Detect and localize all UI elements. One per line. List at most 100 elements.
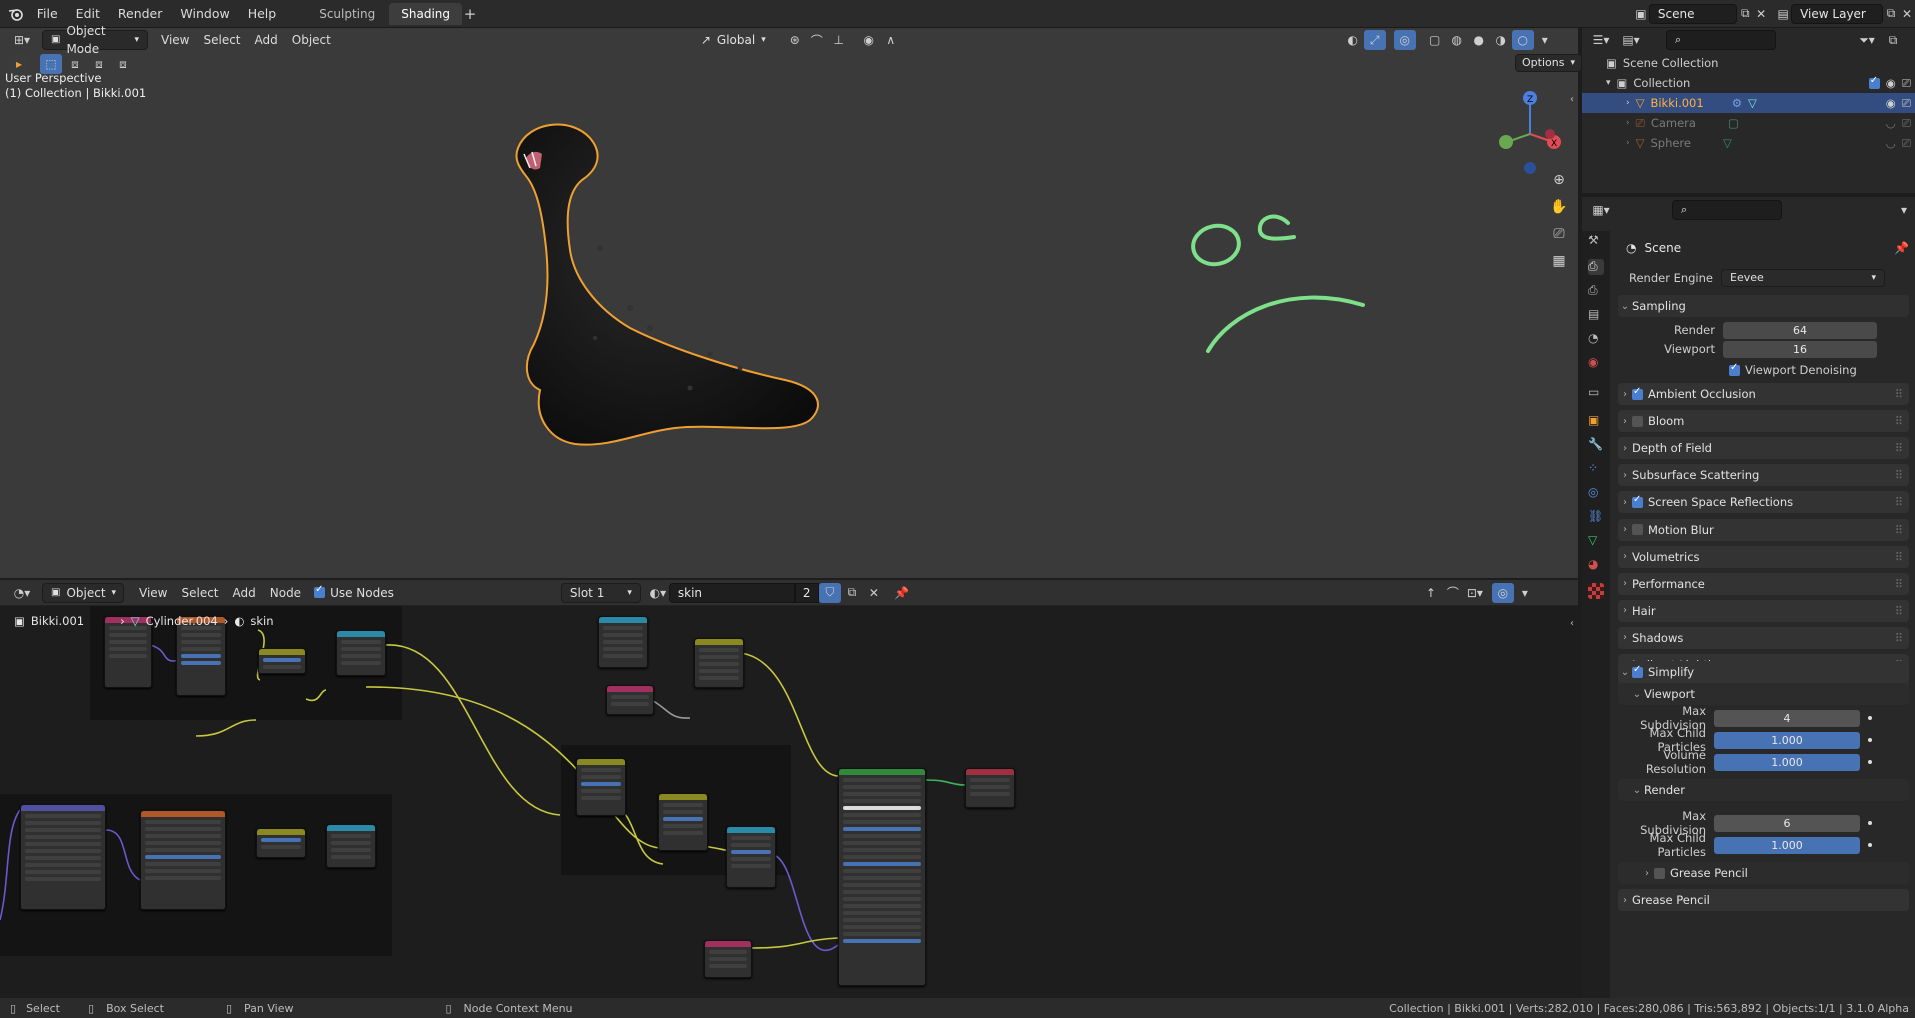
rendered-shading-icon[interactable]: ○ xyxy=(1511,30,1534,50)
wireframe-shading-icon[interactable]: ◍ xyxy=(1446,30,1468,50)
expand-chevron-icon[interactable]: › xyxy=(1626,98,1630,108)
shader-node[interactable] xyxy=(140,810,226,910)
shader-node[interactable] xyxy=(598,616,648,668)
material-shading-icon[interactable]: ◑ xyxy=(1490,30,1512,50)
new-collection-icon[interactable]: ⧉ xyxy=(1882,30,1904,50)
drag-handle-icon[interactable]: ⠿ xyxy=(1895,523,1903,537)
shader-node[interactable] xyxy=(20,804,106,910)
new-scene-icon[interactable]: ⧉ xyxy=(1737,4,1753,24)
physics-tab-icon[interactable]: ◎ xyxy=(1588,485,1604,501)
sampling-viewport-field[interactable]: 16 xyxy=(1723,340,1877,358)
viewport-menu-object[interactable]: Object xyxy=(285,30,338,50)
perspective-grid-icon[interactable]: ▦ xyxy=(1548,251,1570,271)
drag-handle-icon[interactable]: ⠿ xyxy=(1895,414,1903,428)
simplify-checkbox[interactable] xyxy=(1632,664,1643,678)
vp-max-child-particles-field[interactable]: 1.000 xyxy=(1714,731,1860,749)
grease-pencil-simplify-checkbox[interactable] xyxy=(1654,867,1665,879)
shader-node[interactable] xyxy=(326,824,376,868)
outliner-row-collection[interactable]: ▾ ▣ Collection ◉ ⎚ xyxy=(1582,73,1915,93)
texture-tab-icon[interactable] xyxy=(1588,583,1604,599)
panel-performance[interactable]: › Performance ⠿ xyxy=(1618,572,1909,595)
panel-enable-checkbox[interactable] xyxy=(1632,494,1643,508)
keyframe-dot-icon[interactable] xyxy=(1868,843,1872,847)
particles-tab-icon[interactable]: ⁘ xyxy=(1588,461,1604,477)
editor-type-icon[interactable]: ▦▾ xyxy=(1586,200,1616,220)
shader-node[interactable] xyxy=(704,940,752,978)
panel-simplify[interactable]: ⌄ Simplify xyxy=(1618,661,1909,683)
panel-enable-checkbox[interactable] xyxy=(1632,524,1643,535)
principled-bsdf-node[interactable] xyxy=(838,768,926,986)
drag-handle-icon[interactable]: ⠿ xyxy=(1895,631,1903,645)
tool-tab-icon[interactable]: ⚒ xyxy=(1588,233,1604,249)
panel-depth-of-field[interactable]: › Depth of Field ⠿ xyxy=(1618,437,1909,460)
viewport-denoising-checkbox[interactable] xyxy=(1729,362,1740,376)
viewport-denoising-row[interactable]: Viewport Denoising xyxy=(1618,360,1909,380)
proportional-edit-icon[interactable]: ◉ xyxy=(858,30,880,50)
pin-icon[interactable]: 📌 xyxy=(1894,241,1909,255)
drag-handle-icon[interactable]: ⠿ xyxy=(1895,495,1903,509)
sculpt-model[interactable] xyxy=(500,118,1020,478)
transform-orientation-dropdown[interactable]: ↗ Global ▾ xyxy=(693,30,774,50)
shader-node[interactable] xyxy=(336,630,386,676)
drag-handle-icon[interactable]: ⠿ xyxy=(1895,550,1903,564)
render-camera-icon[interactable]: ⎚ xyxy=(1902,96,1911,111)
object-mode-dropdown[interactable]: ▣ Object Mode ▾ xyxy=(42,24,148,56)
drag-handle-icon[interactable]: ⠿ xyxy=(1895,441,1903,455)
panel-ambient-occlusion[interactable]: › Ambient Occlusion ⠿ xyxy=(1618,383,1909,405)
shader-node-editor[interactable]: ◔▾ ▣ Object ▾ View Select Add Node Use N… xyxy=(0,580,1578,998)
render-engine-dropdown[interactable]: Eevee ▾ xyxy=(1721,269,1885,287)
delete-scene-icon[interactable]: ✕ xyxy=(1753,4,1769,24)
viewport-menu-view[interactable]: View xyxy=(154,30,196,50)
shader-node[interactable] xyxy=(694,638,744,688)
shader-node[interactable] xyxy=(606,685,654,715)
scene-tab-icon[interactable]: ◔ xyxy=(1588,331,1604,347)
blender-logo-icon[interactable] xyxy=(6,4,28,24)
object-tab-icon[interactable]: ▣ xyxy=(1588,413,1604,429)
falloff-icon[interactable]: ∧ xyxy=(880,30,902,50)
shader-node[interactable] xyxy=(176,616,226,696)
tab-shading[interactable]: Shading xyxy=(389,2,462,25)
render-camera-icon[interactable]: ⎚ xyxy=(1902,76,1911,91)
shader-node[interactable] xyxy=(658,793,708,851)
menu-window[interactable]: Window xyxy=(171,0,238,28)
visibility-icon[interactable]: ◐ xyxy=(1342,30,1364,50)
expand-chevron-icon[interactable]: › xyxy=(1626,118,1630,128)
drag-handle-icon[interactable]: ⠿ xyxy=(1895,468,1903,482)
drag-handle-icon[interactable]: ⠿ xyxy=(1895,387,1903,401)
outliner-row-object[interactable]: › ▽ Sphere ▽ ◡ ⎚ xyxy=(1582,133,1915,153)
sidebar-toggle-icon[interactable]: ‹ xyxy=(1570,94,1574,105)
panel-enable-checkbox[interactable] xyxy=(1632,386,1643,400)
shader-node[interactable] xyxy=(576,758,626,816)
shading-options-icon[interactable]: ▾ xyxy=(1534,30,1556,50)
outliner-row-object[interactable]: › ⎚ Camera ▢ ◡ ⎚ xyxy=(1582,113,1915,133)
shader-node[interactable] xyxy=(258,648,306,674)
snap-icon[interactable]: ⌒ xyxy=(806,30,828,50)
snap-increment-icon[interactable]: ⊥ xyxy=(828,30,850,50)
filter-icon[interactable]: ⏷▾ xyxy=(1852,30,1882,50)
expand-chevron-icon[interactable]: ▾ xyxy=(1606,78,1611,88)
overlay-icon[interactable]: ◎ xyxy=(1393,30,1416,50)
tab-sculpting[interactable]: Sculpting xyxy=(307,3,387,25)
keyframe-dot-icon[interactable] xyxy=(1868,738,1872,742)
shader-node[interactable] xyxy=(726,826,776,888)
modifier-tab-icon[interactable]: 🔧 xyxy=(1588,437,1604,453)
keyframe-dot-icon[interactable] xyxy=(1868,821,1872,825)
view-layer-tab-icon[interactable]: ▤ xyxy=(1588,307,1604,323)
display-mode-icon[interactable]: ▤▾ xyxy=(1616,30,1646,50)
options-dropdown[interactable]: Options ▾ xyxy=(1515,54,1582,72)
keyframe-dot-icon[interactable] xyxy=(1868,716,1872,720)
xray-icon[interactable]: ▢ xyxy=(1424,30,1446,50)
drag-handle-icon[interactable]: ⠿ xyxy=(1895,577,1903,591)
solid-shading-icon[interactable]: ● xyxy=(1468,30,1490,50)
scene-field[interactable]: Scene xyxy=(1648,3,1738,24)
collection-include-checkbox[interactable] xyxy=(1868,75,1880,89)
pan-hand-icon[interactable]: ✋ xyxy=(1548,197,1570,217)
properties-editor[interactable]: ▦▾ ⌕ ▾ ⚒ ⎙ ⎙ ▤ ◔ ◉ ▭ ▣ 🔧 ⁘ ◎ ⛓ ▽ ◕ ◔ Sce… xyxy=(1582,197,1915,1001)
camera-view-icon[interactable]: ⎚ xyxy=(1548,224,1570,244)
new-view-layer-icon[interactable]: ⧉ xyxy=(1883,4,1899,24)
panel-subsurface-scattering[interactable]: › Subsurface Scattering ⠿ xyxy=(1618,464,1909,487)
expand-chevron-icon[interactable]: › xyxy=(1626,138,1630,148)
editor-type-icon[interactable]: ⊞▾ xyxy=(6,30,38,50)
panel-screen-space-reflections[interactable]: › Screen Space Reflections ⠿ xyxy=(1618,491,1909,514)
menu-help[interactable]: Help xyxy=(239,0,286,28)
